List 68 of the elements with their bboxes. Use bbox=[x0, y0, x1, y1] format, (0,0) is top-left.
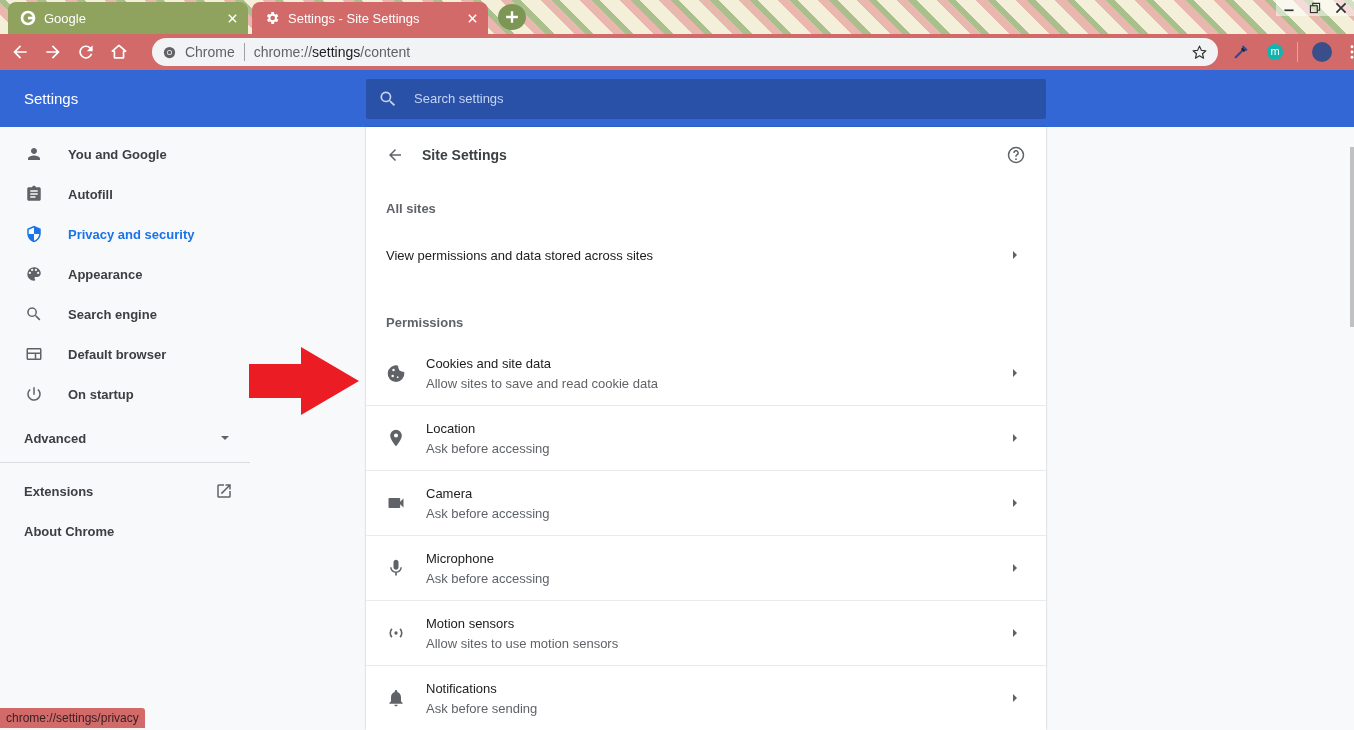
palette-icon bbox=[25, 265, 43, 283]
permission-row[interactable]: Microphone Ask before accessing bbox=[366, 536, 1046, 601]
sidebar-item[interactable]: Appearance bbox=[0, 254, 250, 294]
plus-icon bbox=[505, 10, 519, 24]
sidebar-link[interactable]: Extensions bbox=[0, 471, 250, 511]
external-link-icon bbox=[215, 482, 233, 500]
permission-title: Motion sensors bbox=[426, 615, 516, 631]
sidebar-item[interactable]: On startup bbox=[0, 374, 250, 414]
permission-description: Ask before accessing bbox=[426, 505, 551, 521]
caret-icon bbox=[1010, 368, 1020, 378]
permission-description: Ask before accessing bbox=[426, 440, 551, 456]
permission-title: Notifications bbox=[426, 680, 498, 696]
permission-description: Allow sites to save and read cookie data bbox=[426, 375, 659, 391]
permission-row[interactable]: Camera Ask before accessing bbox=[366, 471, 1046, 536]
sidebar-item[interactable]: Default browser bbox=[0, 334, 250, 374]
permission-title: Camera bbox=[426, 485, 474, 501]
all-sites-row[interactable]: View permissions and data stored across sites bbox=[366, 233, 1046, 277]
status-bubble: chrome://settings/privacy bbox=[0, 708, 145, 728]
permission-row[interactable]: Location Ask before accessing bbox=[366, 406, 1046, 471]
caret-icon bbox=[1010, 693, 1020, 703]
browser-icon bbox=[25, 345, 43, 363]
clipboard-icon bbox=[25, 185, 43, 203]
permission-title: Microphone bbox=[426, 550, 495, 566]
chrome-logo-icon bbox=[161, 44, 177, 60]
caret-icon bbox=[220, 433, 230, 443]
sidebar-item[interactable]: Autofill bbox=[0, 174, 250, 214]
permission-title: Location bbox=[426, 420, 477, 436]
bell-icon bbox=[386, 688, 406, 708]
cookie-icon bbox=[386, 363, 406, 383]
advanced-section-toggle[interactable]: Advanced bbox=[0, 414, 250, 462]
permission-title: Cookies and site data bbox=[426, 355, 553, 371]
search-icon bbox=[25, 305, 43, 323]
section-heading: Permissions bbox=[385, 314, 465, 332]
section-heading: All sites bbox=[385, 200, 437, 218]
person-icon bbox=[25, 145, 43, 163]
sidebar-item[interactable]: Privacy and security bbox=[0, 214, 250, 254]
caret-icon bbox=[1010, 250, 1020, 260]
caret-icon bbox=[1010, 563, 1020, 573]
menu-icon[interactable] bbox=[1350, 45, 1354, 59]
caret-icon bbox=[1010, 433, 1020, 443]
star-icon[interactable] bbox=[1191, 43, 1209, 61]
tab-title: Settings - Site Settings bbox=[288, 10, 421, 26]
power-icon bbox=[25, 385, 43, 403]
shield-icon bbox=[25, 225, 43, 243]
page-title: Site Settings bbox=[422, 147, 508, 163]
url-text: chrome://settings/content bbox=[253, 44, 412, 60]
new-tab-button[interactable] bbox=[498, 4, 526, 30]
help-icon[interactable] bbox=[1006, 145, 1026, 165]
permission-row[interactable]: Motion sensors Allow sites to use motion sensors bbox=[366, 601, 1046, 666]
gear-icon bbox=[264, 10, 280, 26]
caret-icon bbox=[1010, 628, 1020, 638]
sidebar-item[interactable]: Search engine bbox=[0, 294, 250, 334]
permission-description: Ask before sending bbox=[426, 700, 539, 716]
search-field[interactable]: Search settings bbox=[366, 78, 1046, 119]
tab-title: Google bbox=[44, 10, 87, 26]
search-input[interactable]: Search settings bbox=[412, 90, 1046, 107]
caret-icon bbox=[1010, 498, 1020, 508]
permission-row[interactable]: Cookies and site data Allow sites to save and read cookie data bbox=[366, 341, 1046, 406]
site-label: Chrome bbox=[184, 44, 235, 60]
address-bar[interactable]: Chrome chrome://settings/content bbox=[151, 38, 1219, 66]
sidebar-item[interactable]: You and Google bbox=[0, 134, 250, 174]
sidebar-link[interactable]: About Chrome bbox=[0, 511, 250, 551]
profile-avatar[interactable] bbox=[1312, 42, 1332, 62]
permission-description: Allow sites to use motion sensors bbox=[426, 635, 620, 651]
settings-title: Settings bbox=[23, 90, 80, 107]
permission-description: Ask before accessing bbox=[426, 570, 551, 586]
permission-row[interactable]: Notifications Ask before sending bbox=[366, 666, 1046, 730]
google-logo-icon bbox=[20, 10, 36, 26]
